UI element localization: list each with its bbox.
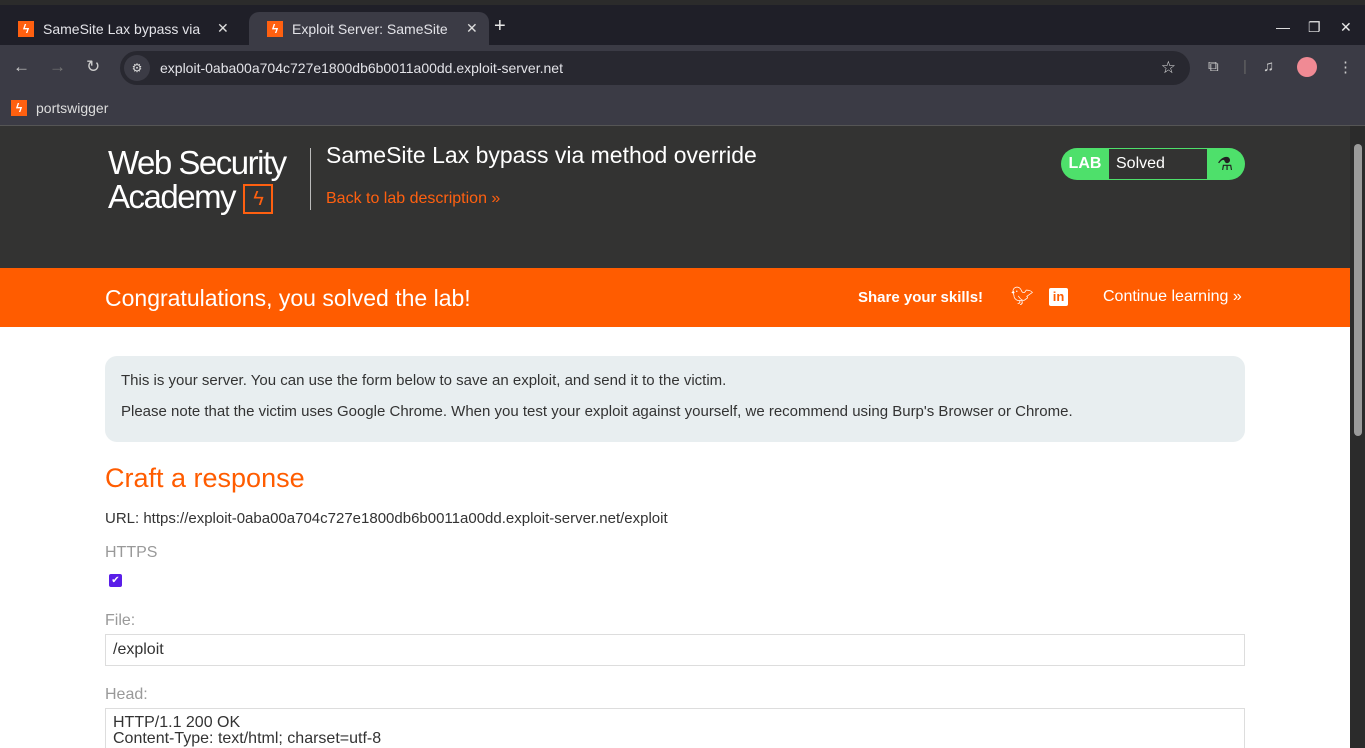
lab-status-badge: LAB Solved ⚗ bbox=[1061, 148, 1245, 180]
restore-icon[interactable]: ❐ bbox=[1308, 19, 1321, 36]
continue-learning-link[interactable]: Continue learning » bbox=[1103, 288, 1242, 306]
tab-title: Exploit Server: SameSite Lax bypass via … bbox=[292, 20, 452, 37]
bookmark-star-icon[interactable]: ☆ bbox=[1161, 58, 1176, 78]
tab-lab[interactable]: ϟ SameSite Lax bypass via method overrid… bbox=[0, 12, 246, 45]
solved-banner: Congratulations, you solved the lab! Sha… bbox=[0, 268, 1350, 327]
portswigger-favicon-icon: ϟ bbox=[267, 20, 283, 37]
portswigger-favicon-icon: ϟ bbox=[11, 99, 27, 116]
tab-title: SameSite Lax bypass via method override bbox=[43, 20, 203, 37]
head-line: HTTP/1.1 200 OK bbox=[113, 714, 241, 731]
profile-avatar[interactable] bbox=[1297, 57, 1317, 77]
logo-text: Academy bbox=[108, 178, 237, 215]
page: Web Security Academy ϟ SameSite Lax bypa… bbox=[0, 126, 1350, 748]
file-value: /exploit bbox=[113, 641, 164, 658]
badge-lab-label: LAB bbox=[1068, 155, 1102, 172]
badge-status: Solved bbox=[1109, 149, 1207, 179]
close-tab-icon[interactable]: ✕ bbox=[466, 20, 478, 37]
lab-title: SameSite Lax bypass via method override bbox=[326, 142, 757, 168]
media-icon[interactable]: ♫ bbox=[1263, 58, 1274, 75]
academy-logo[interactable]: Web Security Academy ϟ bbox=[108, 144, 287, 215]
toolbar: ← → ↻ ⚙ exploit-0aba00a704c727e1800db6b0… bbox=[0, 45, 1365, 90]
logo-text: Web Security bbox=[108, 144, 287, 181]
back-to-lab-link[interactable]: Back to lab description » bbox=[326, 190, 500, 208]
bolt-icon: ϟ bbox=[242, 184, 273, 215]
share-label: Share your skills! bbox=[858, 289, 984, 306]
back-icon[interactable]: ← bbox=[13, 57, 30, 77]
site-info-icon[interactable]: ⚙ bbox=[124, 55, 150, 81]
lab-header: Web Security Academy ϟ SameSite Lax bypa… bbox=[0, 126, 1350, 268]
congrats-message: Congratulations, you solved the lab! bbox=[105, 285, 471, 311]
divider bbox=[310, 148, 311, 210]
address-bar[interactable]: ⚙ exploit-0aba00a704c727e1800db6b0011a00… bbox=[120, 51, 1190, 85]
head-label: Head: bbox=[105, 686, 148, 703]
head-textarea[interactable]: HTTP/1.1 200 OK Content-Type: text/html;… bbox=[105, 708, 1245, 748]
divider: | bbox=[1243, 58, 1247, 75]
minimize-icon[interactable]: — bbox=[1276, 19, 1290, 35]
flask-icon: ⚗ bbox=[1217, 153, 1234, 174]
close-window-icon[interactable]: ✕ bbox=[1340, 19, 1352, 36]
portswigger-favicon-icon: ϟ bbox=[18, 20, 34, 37]
forward-icon[interactable]: → bbox=[49, 57, 66, 77]
exploit-url: URL: https://exploit-0aba00a704c727e1800… bbox=[105, 510, 668, 527]
file-input[interactable]: /exploit bbox=[105, 634, 1245, 666]
address-text[interactable]: exploit-0aba00a704c727e1800db6b0011a00dd… bbox=[160, 60, 563, 76]
menu-icon[interactable]: ⋮ bbox=[1338, 58, 1353, 76]
bookmarks-bar: ϟ portswigger bbox=[0, 90, 1365, 126]
scrollbar[interactable] bbox=[1350, 126, 1365, 748]
head-line: Content-Type: text/html; charset=utf-8 bbox=[113, 730, 382, 747]
tab-strip: ϟ SameSite Lax bypass via method overrid… bbox=[0, 0, 1365, 45]
new-tab-icon[interactable]: + bbox=[494, 15, 506, 38]
lens-search-icon[interactable]: ⧉ bbox=[1208, 58, 1219, 75]
twitter-icon[interactable]: 🐦︎ bbox=[1011, 286, 1034, 307]
info-text: This is your server. You can use the for… bbox=[121, 372, 727, 389]
reload-icon[interactable]: ↻ bbox=[86, 57, 100, 77]
section-heading: Craft a response bbox=[105, 463, 305, 493]
file-label: File: bbox=[105, 612, 136, 629]
info-box: This is your server. You can use the for… bbox=[105, 356, 1245, 442]
https-checkbox[interactable]: ✔ bbox=[109, 574, 122, 587]
linkedin-icon[interactable]: in bbox=[1049, 288, 1068, 306]
https-label: HTTPS bbox=[105, 544, 158, 561]
tab-exploit-server[interactable]: ϟ Exploit Server: SameSite Lax bypass vi… bbox=[249, 12, 489, 45]
info-text: Please note that the victim uses Google … bbox=[121, 403, 1073, 420]
bookmark-portswigger[interactable]: portswigger bbox=[36, 100, 108, 116]
scrollbar-thumb[interactable] bbox=[1354, 144, 1362, 436]
close-tab-icon[interactable]: ✕ bbox=[217, 20, 229, 37]
